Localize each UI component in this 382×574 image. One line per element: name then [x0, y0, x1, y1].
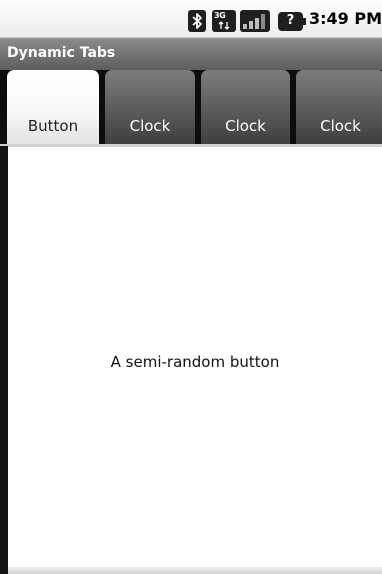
signal-strength-icon	[240, 10, 270, 32]
network-type-label: 3G	[214, 11, 226, 20]
title-bar: Dynamic Tabs	[0, 38, 382, 70]
tab-label: Clock	[129, 117, 171, 135]
tab-label: Clock	[320, 117, 361, 135]
app-title: Dynamic Tabs	[7, 45, 116, 61]
tab-button[interactable]: Button	[7, 70, 99, 144]
status-bar: 3G ? 3:49 PM	[0, 0, 382, 38]
tab-label: Clock	[225, 117, 266, 135]
tab-clock-3[interactable]: Clock	[296, 70, 382, 144]
bottom-edge	[8, 567, 382, 574]
semi-random-button[interactable]: A semi-random button	[8, 353, 382, 371]
status-time: 3:49 PM	[308, 9, 382, 28]
tab-content: A semi-random button	[8, 147, 382, 567]
content-left-edge	[0, 146, 8, 574]
tab-clock-1[interactable]: Clock	[105, 70, 195, 144]
battery-unknown-icon: ?	[278, 12, 306, 31]
tab-label: Button	[27, 117, 79, 135]
network-3g-icon: 3G	[212, 10, 236, 32]
battery-glyph: ?	[286, 13, 295, 28]
app-screen: 3G ? 3:49 PM Dynamic Tabs Button Clock C…	[0, 0, 382, 574]
tab-clock-2[interactable]: Clock	[201, 70, 290, 144]
bluetooth-icon	[188, 10, 206, 32]
tab-bar: Button Clock Clock Clock	[0, 70, 382, 146]
